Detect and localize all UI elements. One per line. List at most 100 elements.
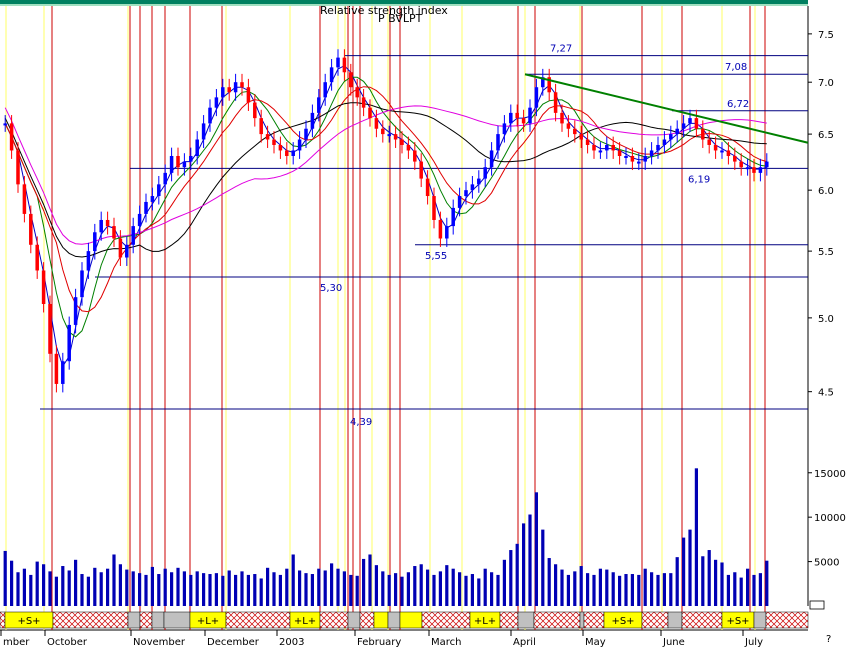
volume-bar — [80, 574, 84, 606]
band-segment — [765, 611, 809, 629]
price-axis-ticks: 7.5 7.0 6.5 6.0 5.5 5.0 4.5 — [808, 30, 834, 399]
volume-bar — [138, 573, 142, 606]
band-segment — [753, 611, 767, 629]
volume-bar — [342, 571, 346, 606]
volume-bar — [611, 572, 615, 606]
candle-body — [137, 213, 142, 227]
band-label: +L+ — [197, 616, 219, 627]
candle-body — [445, 226, 449, 239]
candle-body — [9, 123, 14, 151]
volume-bar — [253, 574, 257, 606]
candle-body — [195, 139, 199, 156]
volume-bar — [694, 468, 698, 606]
volume-bar — [227, 570, 231, 606]
candle-body — [61, 361, 65, 384]
volume-bar — [509, 550, 513, 606]
candle-body — [73, 297, 78, 325]
candle-body — [285, 150, 289, 156]
candle-body — [297, 139, 302, 151]
band-segment — [319, 611, 349, 629]
volume-bar — [355, 575, 359, 606]
candle-body — [3, 123, 7, 126]
volume-bar — [99, 572, 103, 606]
candle-body — [189, 155, 193, 162]
band-segment — [499, 611, 519, 629]
candle-body — [573, 128, 577, 135]
candle-body — [432, 196, 436, 220]
volume-bar — [67, 570, 71, 606]
band-segment — [641, 611, 669, 629]
month-label: March — [431, 637, 461, 647]
month-label: mber — [3, 637, 30, 647]
band-segment — [579, 611, 585, 629]
price-tick-label: 4.5 — [818, 388, 834, 399]
candle-body — [624, 155, 628, 158]
band-label: +L+ — [294, 616, 316, 627]
volume-bar — [477, 578, 481, 606]
volume-bar — [714, 559, 718, 606]
volume-bar — [176, 567, 180, 606]
volume-bar — [598, 568, 602, 606]
candle-body — [22, 184, 27, 214]
candle-body — [144, 201, 148, 214]
candle-body — [598, 150, 603, 153]
month-label: November — [133, 637, 186, 647]
candle-body — [739, 161, 743, 168]
candle-body — [393, 134, 398, 140]
band-segment — [517, 611, 535, 629]
candle-body — [291, 150, 295, 156]
candle-body — [694, 118, 699, 129]
candle-body — [374, 118, 379, 129]
volume-bar — [374, 565, 378, 606]
price-tick-label: 6.5 — [818, 130, 834, 141]
volume-bar — [726, 574, 730, 606]
volume-bar — [22, 568, 26, 606]
volume-bar — [182, 571, 186, 606]
candle-body — [477, 178, 481, 185]
candle-body — [67, 324, 71, 362]
candle-body — [656, 144, 660, 151]
volume-bar — [669, 573, 673, 606]
candle-body — [253, 102, 257, 119]
candle-body — [329, 67, 334, 83]
volume-bar — [458, 572, 462, 606]
candle-body — [534, 87, 539, 108]
price-tick-label: 6.0 — [818, 186, 834, 197]
band-segment — [347, 611, 361, 629]
candle-body — [99, 219, 103, 233]
candle-body — [585, 139, 590, 145]
candle-body — [157, 184, 161, 197]
candle-body — [451, 207, 455, 227]
volume-bar — [534, 492, 538, 606]
volume-bar — [125, 569, 129, 606]
candle-body — [400, 139, 404, 145]
candle-body — [208, 107, 212, 124]
volume-bar — [406, 572, 410, 606]
candle-body — [336, 57, 340, 68]
volume-bar — [86, 576, 90, 606]
volume-bar — [720, 562, 724, 606]
volume-bar — [502, 559, 506, 606]
volume-bar — [560, 569, 564, 606]
candle-body — [630, 155, 635, 162]
volume-bar — [739, 577, 743, 606]
band-segment — [387, 611, 401, 629]
candle-body — [502, 123, 507, 135]
volume-bar — [259, 578, 263, 606]
candle-body — [662, 139, 667, 145]
candle-body — [701, 128, 705, 140]
volume-bar — [29, 574, 33, 606]
volume-bar — [208, 574, 212, 606]
volume-bar — [10, 560, 14, 606]
volume-bar — [349, 574, 353, 606]
candle-body — [381, 128, 385, 135]
band-label: +L+ — [474, 616, 496, 627]
band-segment — [583, 611, 605, 629]
volume-bar — [758, 573, 762, 606]
candle-body — [406, 144, 411, 151]
volume-bar — [541, 529, 545, 606]
volume-bar — [554, 564, 558, 606]
level-label: 6,19 — [688, 174, 710, 185]
volume-bar — [637, 574, 641, 606]
month-label: July — [744, 637, 763, 647]
